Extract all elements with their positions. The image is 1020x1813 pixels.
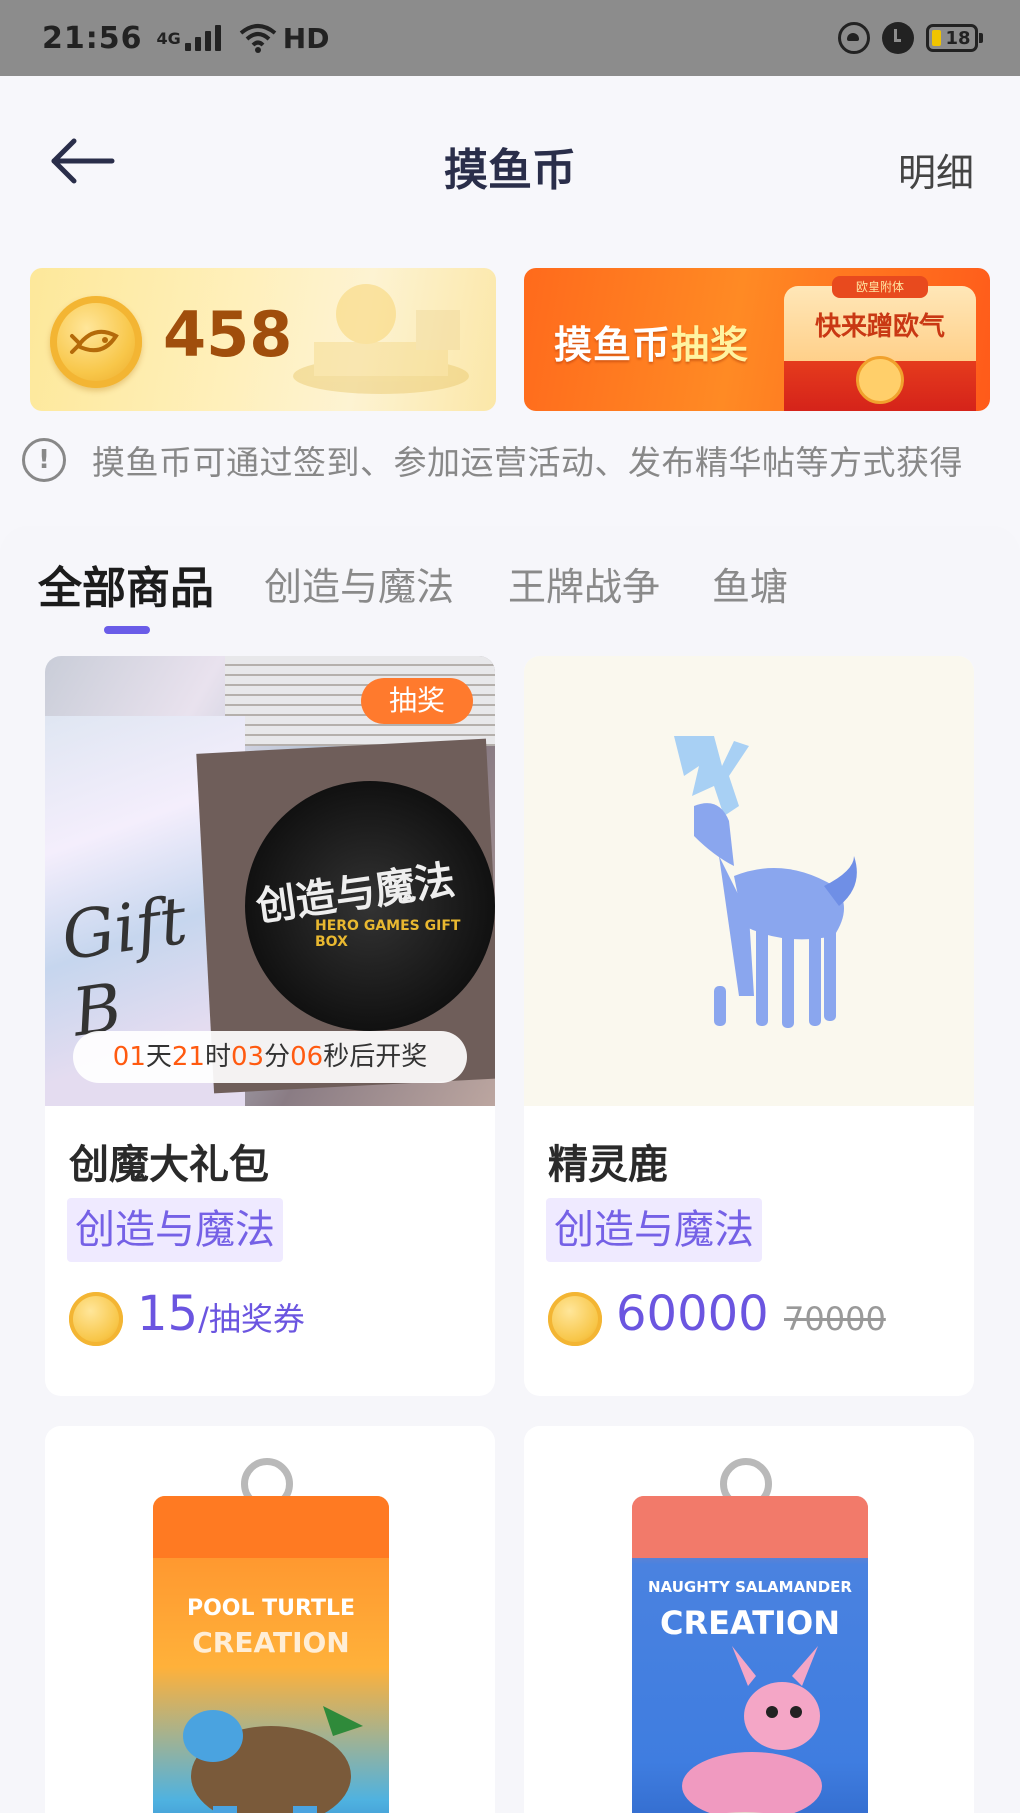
lanyard-card: NAUGHTY SALAMANDER CREATION	[632, 1496, 868, 1813]
battery-icon: 18	[926, 24, 983, 52]
lottery-card-label: 快来蹭欧气	[814, 312, 945, 342]
tip-text: 摸鱼币可通过签到、参加运营活动、发布精华帖等方式获得	[92, 443, 963, 482]
status-time: 21:56	[42, 20, 143, 56]
tab-fish-pond[interactable]: 鱼塘	[712, 556, 788, 611]
product-name: 精灵鹿	[548, 1142, 668, 1188]
coin-pedestal-decoration	[293, 284, 469, 394]
status-right: 18	[838, 22, 983, 54]
coin-tip: ! 摸鱼币可通过签到、参加运营活动、发布精华帖等方式获得	[22, 436, 963, 484]
product-panel: 全部商品 创造与魔法 王牌战争 鱼塘 Gift B 创造与魔法 HERO GAM…	[0, 526, 1020, 1813]
lanyard-text: NAUGHTY SALAMANDER	[648, 1578, 852, 1596]
lanyard-text: CREATION	[192, 1626, 350, 1659]
tab-all-products[interactable]: 全部商品	[38, 552, 214, 616]
page-title: 摸鱼币	[444, 145, 576, 196]
product-card[interactable]: Gift B 创造与魔法 HERO GAMES GIFT BOX 抽奖 01天2…	[45, 656, 495, 1396]
category-tabs: 全部商品 创造与魔法 王牌战争 鱼塘	[0, 526, 1020, 636]
notification-icon	[838, 22, 870, 54]
product-image: POOL TURTLE CREATION	[45, 1426, 495, 1813]
product-image: Gift B 创造与魔法 HERO GAMES GIFT BOX 抽奖 01天2…	[45, 656, 495, 1106]
draw-countdown: 01天21时03分06秒后开奖	[73, 1031, 467, 1083]
lanyard-text: CREATION	[660, 1604, 840, 1642]
product-name: 创魔大礼包	[69, 1142, 269, 1188]
lottery-card-ribbon: 欧皇附体	[832, 276, 928, 298]
product-card[interactable]: NAUGHTY SALAMANDER CREATION	[524, 1426, 974, 1813]
lottery-banner-title: 摸鱼币抽奖	[554, 323, 750, 367]
info-icon: !	[22, 438, 66, 482]
detail-link[interactable]: 明细	[898, 142, 974, 197]
battery-level: 18	[945, 27, 971, 49]
lanyard-text: POOL TURTLE	[186, 1596, 356, 1621]
product-price: 60000	[616, 1286, 769, 1342]
status-bar: 21:56 4G HD 18	[0, 0, 1020, 76]
fish-coin-icon	[50, 296, 142, 388]
fish-coin-icon	[548, 1292, 602, 1346]
red-envelope-card: 欧皇附体 快来蹭欧气	[784, 276, 976, 411]
app-header: 摸鱼币 明细	[0, 76, 1020, 256]
turtle-figure	[183, 1706, 363, 1813]
gift-icon	[856, 356, 904, 404]
tab-creation-magic[interactable]: 创造与魔法	[264, 556, 454, 611]
wifi-icon	[239, 24, 277, 53]
back-arrow-icon[interactable]	[48, 136, 118, 186]
coin-balance-banner: 458	[30, 268, 496, 411]
product-card[interactable]: POOL TURTLE CREATION	[45, 1426, 495, 1813]
product-original-price: 70000	[784, 1300, 886, 1338]
product-image	[524, 656, 974, 1106]
hd-label: HD	[282, 21, 330, 55]
product-card[interactable]: 精灵鹿 创造与魔法 60000 70000	[524, 656, 974, 1396]
salamander-figure	[682, 1646, 822, 1813]
coin-balance: 458	[163, 298, 293, 371]
lottery-badge: 抽奖	[361, 678, 473, 724]
active-tab-indicator	[104, 626, 150, 634]
lanyard-card: POOL TURTLE CREATION	[153, 1496, 389, 1813]
product-tag: 创造与魔法	[67, 1198, 283, 1262]
deer-figure	[674, 736, 857, 1028]
lottery-banner[interactable]: 摸鱼币抽奖 欧皇附体 快来蹭欧气	[524, 268, 990, 411]
alarm-icon	[882, 22, 914, 54]
disc-subtext: HERO GAMES GIFT BOX	[315, 918, 461, 950]
signal-icon	[184, 25, 221, 51]
fish-coin-icon	[69, 1292, 123, 1346]
network-type: 4G	[156, 28, 181, 48]
product-image: NAUGHTY SALAMANDER CREATION	[524, 1426, 974, 1813]
product-price: 15/抽奖券	[137, 1286, 305, 1342]
product-tag: 创造与魔法	[546, 1198, 762, 1262]
tab-ace-war[interactable]: 王牌战争	[508, 556, 660, 611]
